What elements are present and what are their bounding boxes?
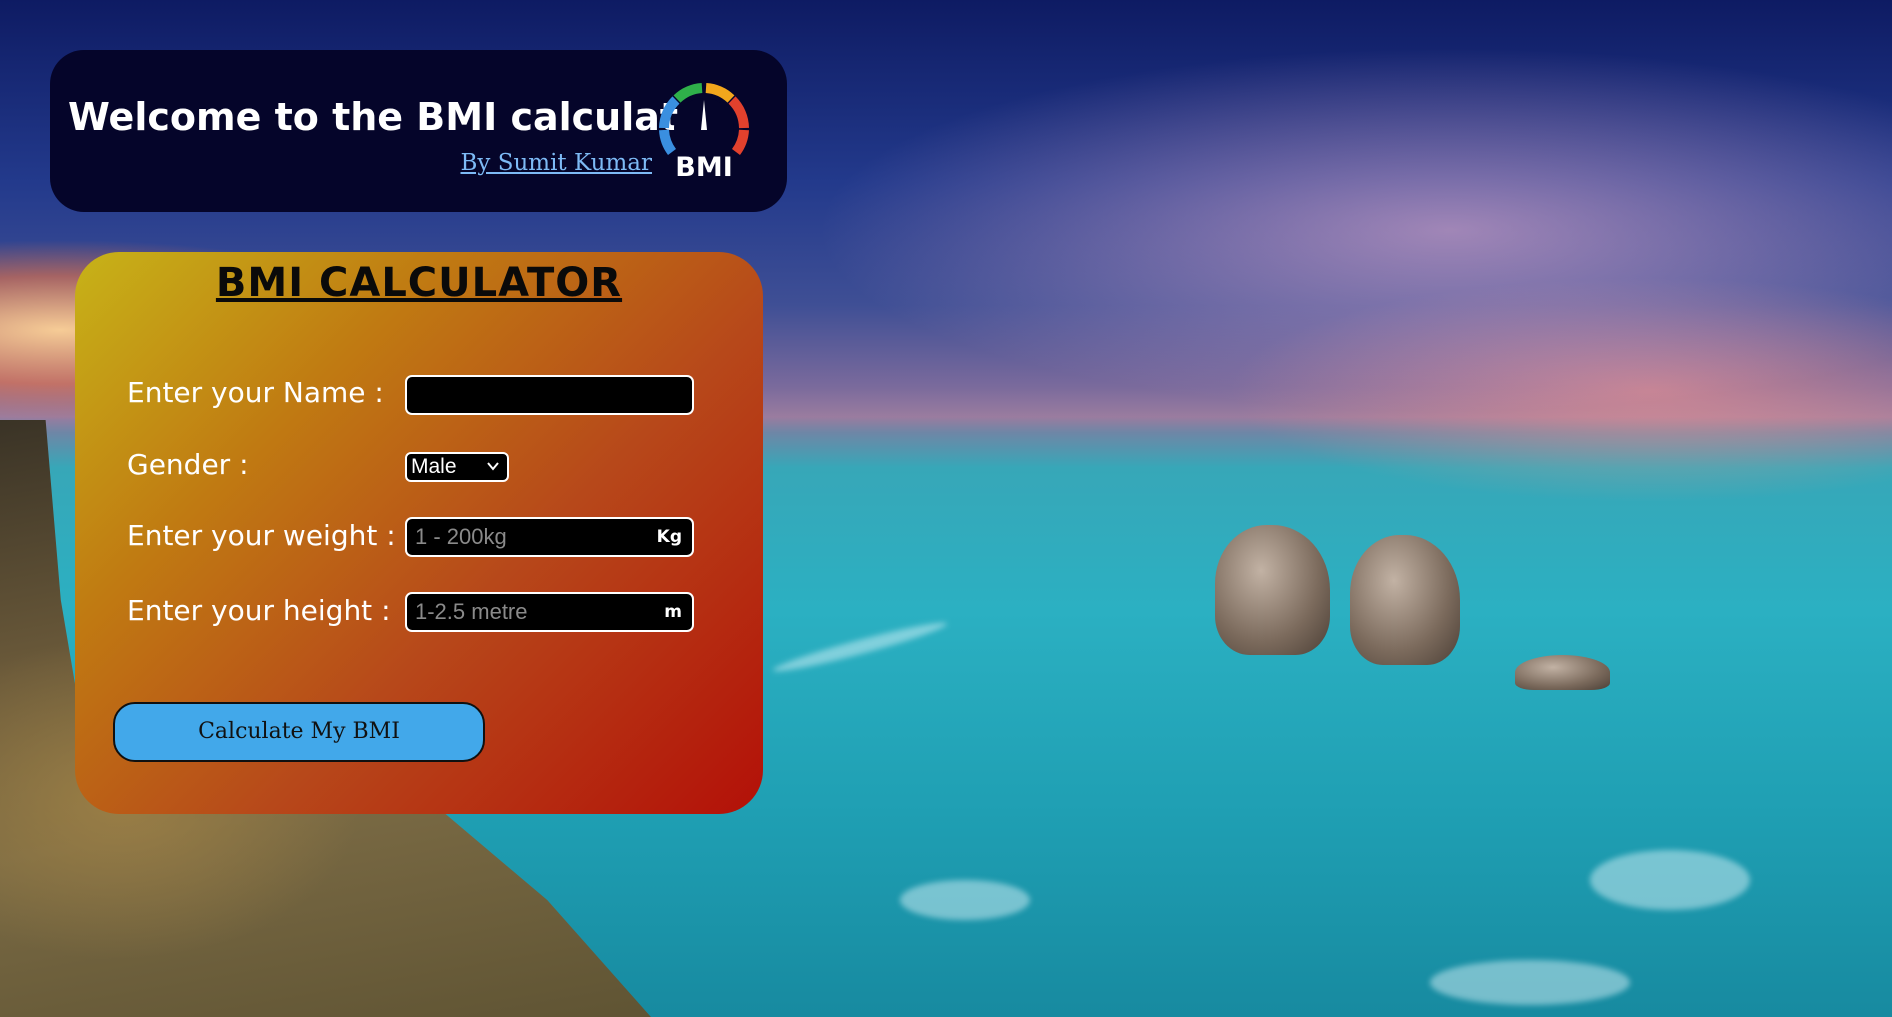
wave-foam (1430, 960, 1630, 1005)
weight-unit: Kg (656, 527, 682, 547)
gender-selected-value: Male (411, 455, 457, 478)
bmi-gauge-icon: BMI (659, 83, 749, 183)
sea-rock (1215, 525, 1330, 655)
page-background: Welcome to the BMI calculator By Sumit K… (0, 0, 1892, 1017)
weight-label: Enter your weight : (127, 519, 396, 552)
name-label: Enter your Name : (127, 376, 384, 409)
gender-label: Gender : (127, 448, 249, 481)
height-field[interactable]: m (405, 592, 694, 632)
height-unit: m (664, 602, 682, 622)
wave-foam (1590, 850, 1750, 910)
sea-rock (1350, 535, 1460, 665)
chevron-down-icon (487, 462, 499, 471)
sea-rock (1515, 655, 1610, 690)
author-link[interactable]: By Sumit Kumar (460, 150, 652, 176)
name-input[interactable] (415, 377, 685, 413)
name-field[interactable] (405, 375, 694, 415)
height-input[interactable] (415, 594, 645, 630)
calculator-card: BMI CALCULATOR Enter your Name : Gender … (75, 252, 763, 814)
gender-select[interactable]: Male (405, 452, 509, 482)
header-card: Welcome to the BMI calculator By Sumit K… (50, 50, 787, 212)
calculator-title: BMI CALCULATOR (215, 260, 623, 306)
page-title: Welcome to the BMI calculator (68, 95, 723, 139)
weight-input[interactable] (415, 519, 645, 555)
height-label: Enter your height : (127, 594, 391, 627)
logo-text: BMI (675, 152, 733, 183)
calculate-bmi-button[interactable]: Calculate My BMI (113, 702, 485, 762)
weight-field[interactable]: Kg (405, 517, 694, 557)
wave-foam (900, 880, 1030, 920)
wave-foam (771, 616, 949, 678)
